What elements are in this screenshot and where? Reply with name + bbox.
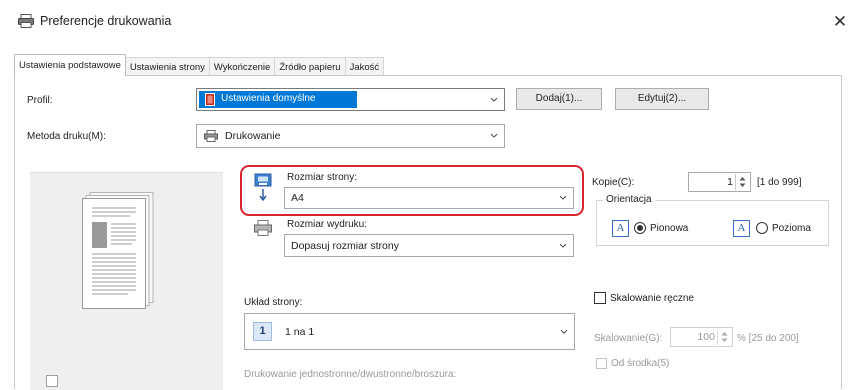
scaling-label: Skalowanie(G): (594, 333, 663, 344)
duplex-label: Drukowanie jednostronne/dwustronne/brosz… (244, 369, 457, 380)
page-size-highlight (240, 165, 584, 216)
printer-icon (204, 130, 218, 142)
scaling-range: % [25 do 200] (737, 333, 799, 344)
chevron-down-icon (560, 329, 568, 334)
portrait-label[interactable]: Pionowa (650, 223, 688, 234)
add-profile-button[interactable]: Dodaj(1)... (516, 88, 602, 110)
profile-icon (205, 93, 215, 106)
page-layout-value: 1 na 1 (285, 326, 315, 338)
print-method-label: Metoda druku(M): (27, 131, 106, 142)
tab-strip: Ustawienia podstawowe Ustawienia strony … (14, 54, 385, 76)
copies-range: [1 do 999] (757, 177, 802, 188)
center-checkbox[interactable] (596, 358, 607, 369)
chevron-down-icon (490, 133, 498, 138)
output-size-value: Dopasuj rozmiar strony (291, 240, 399, 252)
landscape-icon: A (733, 220, 750, 237)
chevron-down-icon (490, 97, 498, 102)
tab-paper-source[interactable]: Źródło papieru (274, 57, 346, 76)
page-layout-label: Układ strony: (244, 297, 303, 308)
output-size-dropdown[interactable]: Dopasuj rozmiar strony (284, 234, 574, 257)
copies-input[interactable]: 1 (688, 172, 751, 192)
copies-spinner[interactable] (735, 174, 749, 190)
center-label: Od środka(5) (611, 358, 670, 369)
chevron-down-icon (559, 243, 567, 248)
edit-profile-button[interactable]: Edytuj(2)... (615, 88, 709, 110)
printer-icon (18, 14, 34, 28)
close-button[interactable]: ✕ (826, 8, 854, 36)
spinner-arrows-icon (739, 177, 746, 187)
window-title: Preferencje drukowania (40, 14, 172, 28)
page-layout-icon: 1 (253, 322, 272, 341)
profile-label: Profil: (27, 95, 53, 106)
tab-basic-settings[interactable]: Ustawienia podstawowe (14, 54, 126, 76)
output-size-label: Rozmiar wydruku: (287, 219, 368, 230)
spinner-arrows-icon (721, 332, 728, 342)
landscape-label[interactable]: Pozioma (772, 223, 811, 234)
landscape-radio[interactable] (756, 222, 768, 234)
copies-value: 1 (727, 176, 733, 188)
copies-label: Kopie(C): (592, 177, 635, 188)
orientation-label: Orientacja (603, 194, 655, 205)
output-size-icon (254, 220, 272, 236)
profile-value: Ustawienia domyślne (221, 93, 316, 104)
manual-scaling-checkbox[interactable] (594, 292, 606, 304)
tab-page-settings[interactable]: Ustawienia strony (124, 57, 210, 76)
portrait-radio[interactable] (634, 222, 646, 234)
manual-scaling-label[interactable]: Skalowanie ręczne (610, 293, 694, 304)
profile-dropdown[interactable]: Ustawienia domyślne (196, 88, 505, 111)
portrait-icon: A (612, 220, 629, 237)
scaling-value: 100 (697, 331, 715, 343)
tab-finishing[interactable]: Wykończenie (208, 57, 276, 76)
preview-checkbox[interactable] (46, 375, 58, 387)
page-preview-image (82, 192, 154, 310)
tab-quality[interactable]: Jakość (344, 57, 385, 76)
scaling-spinner[interactable] (717, 329, 731, 345)
print-method-dropdown[interactable]: Drukowanie (196, 124, 505, 148)
print-method-value: Drukowanie (225, 130, 281, 142)
scaling-input[interactable]: 100 (670, 327, 733, 347)
page-layout-dropdown[interactable]: 1 1 na 1 (244, 313, 575, 350)
